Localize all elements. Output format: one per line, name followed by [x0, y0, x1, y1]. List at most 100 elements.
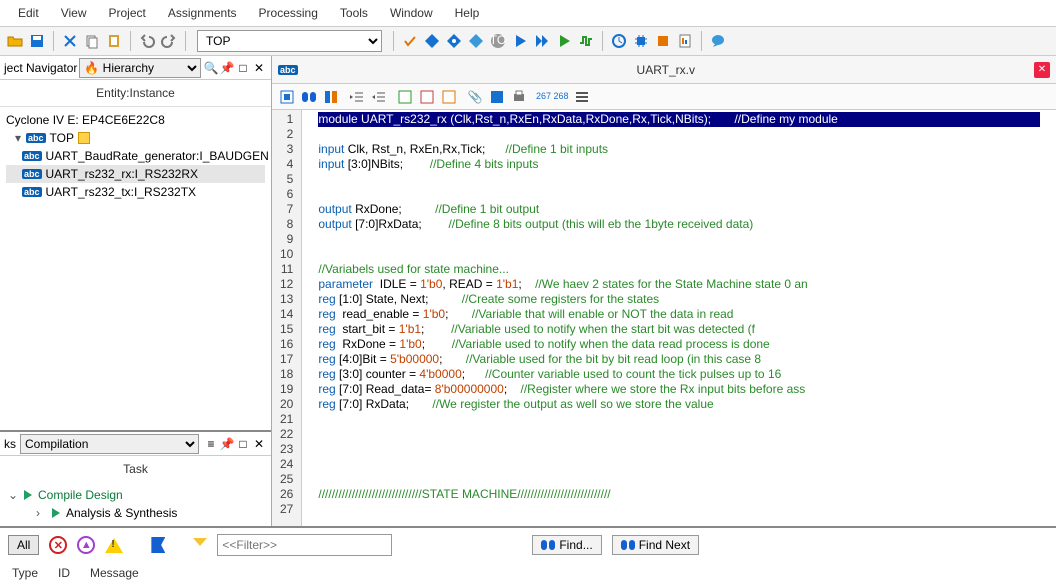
tasks-title: Task — [0, 456, 271, 482]
navigator-header: ject Navigator 🔥 Hierarchy 🔍 📌 □ ✕ — [0, 56, 271, 80]
compile-icon[interactable] — [423, 32, 441, 50]
tasks-dropdown[interactable]: Compilation — [20, 434, 199, 454]
task-analysis-synthesis[interactable]: › Analysis & Synthesis — [8, 504, 263, 522]
menu-window[interactable]: Window — [380, 4, 443, 22]
menu-tools[interactable]: Tools — [330, 4, 378, 22]
filter-input[interactable] — [217, 534, 392, 556]
fitter-icon[interactable] — [467, 32, 485, 50]
attach-icon[interactable]: 📎 — [466, 88, 484, 106]
outdent-icon[interactable] — [348, 88, 366, 106]
chip-icon[interactable] — [632, 32, 650, 50]
template-icon[interactable] — [440, 88, 458, 106]
top-entity-dropdown[interactable]: TOP — [197, 30, 382, 52]
run-icon[interactable] — [511, 32, 529, 50]
editor-pane: abc UART_rx.v ✕ 📎 267 268 12345678910111… — [272, 56, 1056, 526]
critical-filter-icon[interactable]: ▲ — [77, 536, 95, 554]
flag-filter-icon[interactable] — [151, 537, 165, 553]
uncomment-icon[interactable] — [418, 88, 436, 106]
copy-icon[interactable] — [83, 32, 101, 50]
play-icon — [52, 508, 60, 518]
col-type[interactable]: Type — [12, 566, 38, 580]
waveform-icon[interactable] — [577, 32, 595, 50]
entity-instance-label: Entity:Instance — [0, 80, 271, 107]
filter-all-button[interactable]: All — [8, 535, 39, 555]
editor-tabs: abc UART_rx.v ✕ — [272, 56, 1056, 84]
cut-icon[interactable] — [61, 32, 79, 50]
paste-icon[interactable] — [105, 32, 123, 50]
save-icon[interactable] — [28, 32, 46, 50]
entity-icon — [78, 132, 90, 144]
messages-header: Type ID Message — [8, 564, 1048, 582]
run-sim-icon[interactable] — [555, 32, 573, 50]
funnel-icon — [193, 538, 207, 552]
close-pane-icon[interactable]: ✕ — [251, 60, 267, 76]
menu-bar: Edit View Project Assignments Processing… — [0, 0, 1056, 27]
tree-item-baudgen[interactable]: abcUART_BaudRate_generator:I_BAUDGEN — [6, 147, 265, 165]
timing-icon[interactable] — [610, 32, 628, 50]
editor-toolbar: 📎 267 268 — [272, 84, 1056, 110]
show-instances-icon[interactable] — [278, 88, 296, 106]
comment-icon[interactable] — [396, 88, 414, 106]
file-type-icon: abc — [278, 65, 298, 75]
tasks-maximize-icon[interactable]: □ — [235, 436, 251, 452]
menu-view[interactable]: View — [51, 4, 97, 22]
task-compile-design[interactable]: ⌄ Compile Design — [8, 486, 263, 504]
run-fast-icon[interactable] — [533, 32, 551, 50]
col-message[interactable]: Message — [90, 566, 139, 580]
tasks-tree: ⌄ Compile Design › Analysis & Synthesis — [0, 482, 271, 526]
tasks-pin-icon[interactable]: 📌 — [219, 436, 235, 452]
hierarchy-dropdown[interactable]: 🔥 Hierarchy — [79, 58, 201, 78]
stop-icon[interactable]: STOP — [489, 32, 507, 50]
find-next-button[interactable]: Find Next — [612, 535, 699, 555]
col-id[interactable]: ID — [58, 566, 70, 580]
navigator-title: ject Navigator — [4, 61, 77, 75]
tasks-header: ks Compilation ≡ 📌 □ ✕ — [0, 432, 271, 456]
error-filter-icon[interactable]: ✕ — [49, 536, 67, 554]
programmer-icon[interactable] — [654, 32, 672, 50]
search-icon[interactable]: 🔍 — [203, 60, 219, 76]
editor-filename[interactable]: UART_rx.v — [306, 63, 1026, 77]
find-icon[interactable] — [300, 88, 318, 106]
play-icon — [24, 490, 32, 500]
warning-filter-icon[interactable] — [105, 538, 123, 553]
undo-icon[interactable] — [138, 32, 156, 50]
find-button[interactable]: Find... — [532, 535, 601, 555]
device-node[interactable]: Cyclone IV E: EP4CE6E22C8 — [6, 111, 265, 129]
hierarchy-tree: Cyclone IV E: EP4CE6E22C8 ▾abcTOP abcUAR… — [0, 107, 271, 430]
menu-processing[interactable]: Processing — [249, 4, 328, 22]
tasks-ks-label: ks — [4, 437, 16, 451]
menu-assignments[interactable]: Assignments — [158, 4, 247, 22]
binoculars-icon — [541, 540, 555, 550]
tasks-close-icon[interactable]: ✕ — [251, 436, 267, 452]
print-icon[interactable] — [510, 88, 528, 106]
main-toolbar: TOP STOP — [0, 27, 1056, 56]
code-area[interactable]: 1234567891011121314151617181920212223242… — [272, 110, 1056, 526]
left-sidebar: ject Navigator 🔥 Hierarchy 🔍 📌 □ ✕ Entit… — [0, 56, 272, 526]
code-text[interactable]: module UART_rs232_rx (Clk,Rst_n,RxEn,RxD… — [302, 110, 1056, 526]
binoculars-icon — [621, 540, 635, 550]
analysis-icon[interactable] — [445, 32, 463, 50]
menu-help[interactable]: Help — [445, 4, 490, 22]
bookmark-icon[interactable] — [322, 88, 340, 106]
redo-icon[interactable] — [160, 32, 178, 50]
line-gutter: 1234567891011121314151617181920212223242… — [272, 110, 302, 526]
line-count-icon[interactable]: 267 268 — [536, 92, 569, 101]
save-file-icon[interactable] — [488, 88, 506, 106]
pin-icon[interactable]: 📌 — [219, 60, 235, 76]
close-tab-icon[interactable]: ✕ — [1034, 62, 1050, 78]
tasks-opts-icon[interactable]: ≡ — [203, 436, 219, 452]
top-node[interactable]: ▾abcTOP — [6, 129, 265, 147]
report-icon[interactable] — [676, 32, 694, 50]
tasks-pane: ks Compilation ≡ 📌 □ ✕ Task ⌄ Compile De… — [0, 430, 271, 526]
maximize-icon[interactable]: □ — [235, 60, 251, 76]
tree-item-rx[interactable]: abcUART_rs232_rx:I_RS232RX — [6, 165, 265, 183]
menu-edit[interactable]: Edit — [8, 4, 49, 22]
indent-icon[interactable] — [370, 88, 388, 106]
help-chat-icon[interactable] — [709, 32, 727, 50]
check-icon[interactable] — [401, 32, 419, 50]
wrap-icon[interactable] — [573, 88, 591, 106]
open-folder-icon[interactable] — [6, 32, 24, 50]
messages-pane: All ✕ ▲ Find... Find Next Type ID Messag… — [0, 526, 1056, 588]
menu-project[interactable]: Project — [98, 4, 155, 22]
tree-item-tx[interactable]: abcUART_rs232_tx:I_RS232TX — [6, 183, 265, 201]
